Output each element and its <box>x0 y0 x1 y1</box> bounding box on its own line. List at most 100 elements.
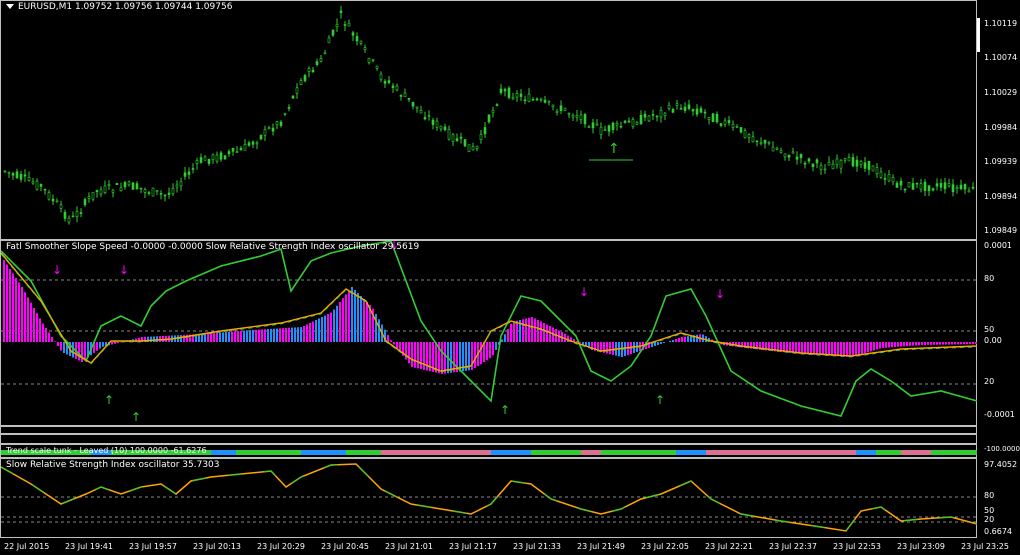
candle-body <box>747 134 751 138</box>
trend-scale-pane[interactable]: Trend scale tunk - Leaved (10) 100.0000 … <box>0 444 977 458</box>
candle-body <box>679 108 683 110</box>
histogram-bar <box>954 342 956 345</box>
candle-body <box>383 80 387 84</box>
histogram-bar <box>219 332 221 342</box>
candle-body <box>523 99 527 102</box>
trend-segment <box>931 450 977 455</box>
histogram-bar <box>39 318 41 342</box>
candle-body <box>203 156 207 161</box>
candle-body <box>931 188 935 191</box>
candle-body <box>491 109 495 114</box>
candle-body <box>259 134 263 140</box>
histogram-bar <box>489 342 491 359</box>
candle-body <box>587 126 591 129</box>
candle-body <box>559 105 563 111</box>
candle-body <box>695 108 699 115</box>
histogram-bar <box>963 342 965 345</box>
histogram-bar <box>495 342 497 350</box>
candle-body <box>175 184 179 188</box>
candle-body <box>31 181 35 184</box>
candle-body <box>187 171 191 175</box>
candle-body <box>907 182 911 188</box>
candle-body <box>111 189 115 193</box>
ind3-tick: 50 <box>984 506 995 515</box>
candle-body <box>99 189 103 195</box>
collapse-triangle-icon[interactable] <box>6 4 14 9</box>
candle-body <box>951 184 955 193</box>
trend-segment <box>856 450 876 455</box>
candle-body <box>479 133 483 140</box>
candle-body <box>947 183 951 187</box>
candle-body <box>331 29 335 36</box>
histogram-bar <box>936 342 938 345</box>
histogram-bar <box>924 342 926 345</box>
histogram-bar <box>339 302 341 342</box>
candle-body <box>731 124 735 128</box>
histogram-bar <box>885 342 887 348</box>
histogram-bar <box>420 342 422 370</box>
histogram-bar <box>297 327 299 342</box>
candle-body <box>47 192 51 200</box>
candle-body <box>883 178 887 180</box>
candle-body <box>515 93 519 98</box>
fatl-indicator-pane[interactable]: ↓ ↓ ↓ ↓ ↓ ↑ ↑ ↑ ↑ Fatl Smoother Slope Speed -0.0… <box>0 240 978 426</box>
candle-body <box>179 181 183 187</box>
time-label: 23 Jul 22:53 <box>833 542 881 551</box>
histogram-bar <box>546 324 548 342</box>
slow-rsi-pane[interactable]: Slow Relative Strength Index oscillator … <box>0 458 978 538</box>
candle-body <box>531 99 535 101</box>
histogram-bar <box>687 336 689 342</box>
candle-body <box>419 109 423 114</box>
histogram-bar <box>474 342 476 369</box>
histogram-bar <box>36 313 38 342</box>
histogram-bar <box>933 342 935 345</box>
histogram-bar <box>267 329 269 342</box>
histogram-bar <box>48 332 50 342</box>
price-chart-pane[interactable]: ↑ EURUSD,M1 1.09752 1.09756 1.09744 1.09… <box>0 0 977 240</box>
candle-body <box>971 186 975 189</box>
histogram-bar <box>324 315 326 342</box>
up-arrow-icon: ↑ <box>655 393 665 407</box>
histogram-bar <box>285 327 287 342</box>
candle-body <box>751 136 755 143</box>
histogram-bar <box>78 342 80 361</box>
histogram-bar <box>225 332 227 342</box>
time-label: 23 Jul 20:45 <box>321 542 369 551</box>
candle-body <box>459 136 463 139</box>
candle-body <box>279 121 283 126</box>
candle-body <box>767 141 771 144</box>
candle-body <box>599 126 603 135</box>
histogram-bar <box>63 342 65 353</box>
candle-body <box>15 171 19 178</box>
histogram-bar <box>849 342 851 357</box>
histogram-bar <box>843 342 845 357</box>
candle-body <box>563 107 567 111</box>
trend-segment <box>381 450 491 455</box>
histogram-bar <box>537 320 539 342</box>
histogram-bar <box>951 342 953 345</box>
candle-body <box>623 120 627 123</box>
candle-body <box>387 80 391 83</box>
histogram-bar <box>945 342 947 345</box>
histogram-bar <box>672 340 674 342</box>
candle-body <box>867 161 871 170</box>
candle-body <box>735 126 739 128</box>
candle-body <box>247 142 251 146</box>
candle-body <box>635 121 639 125</box>
histogram-bar <box>900 342 902 347</box>
candle-body <box>919 183 923 190</box>
time-label: 23 Jul 22:37 <box>769 542 817 551</box>
histogram-bar <box>858 342 860 355</box>
histogram-bar <box>60 342 62 351</box>
candle-body <box>879 171 883 178</box>
candle-body <box>263 129 267 136</box>
histogram-bar <box>918 342 920 346</box>
histogram-bar <box>903 342 905 347</box>
candle-body <box>787 154 791 158</box>
histogram-bar <box>663 342 665 343</box>
candle-body <box>487 114 491 123</box>
candle-body <box>363 47 367 50</box>
candle-body <box>215 154 219 162</box>
histogram-bar <box>336 305 338 342</box>
scroll-marker[interactable] <box>977 18 980 52</box>
